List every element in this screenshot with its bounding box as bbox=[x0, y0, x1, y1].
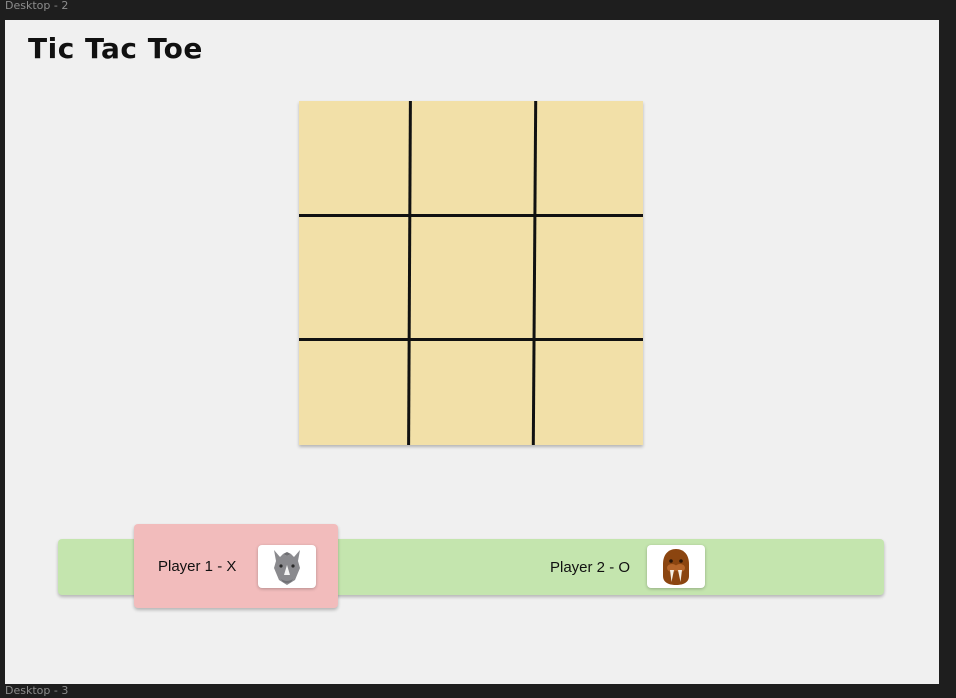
player-2-label: Player 2 - O bbox=[550, 558, 631, 576]
player-1-card[interactable]: Player 1 - X bbox=[134, 524, 338, 608]
player-2-card[interactable]: Player 2 - O bbox=[550, 545, 710, 589]
board-cell-7[interactable] bbox=[299, 340, 409, 445]
page-title: Tic Tac Toe bbox=[28, 32, 203, 65]
board-cell-1[interactable] bbox=[299, 101, 409, 215]
board-cell-9[interactable] bbox=[534, 340, 643, 445]
board-cell-6[interactable] bbox=[534, 216, 643, 339]
board-cell-4[interactable] bbox=[299, 216, 409, 339]
board-cell-8[interactable] bbox=[410, 340, 533, 445]
frame-label-bottom: Desktop - 3 bbox=[5, 684, 69, 697]
board-cell-5[interactable] bbox=[410, 216, 533, 339]
player-1-avatar bbox=[258, 545, 316, 588]
game-board bbox=[299, 101, 643, 445]
player-1-label: Player 1 - X bbox=[158, 557, 237, 575]
desktop-canvas: Tic Tac Toe Player 1 - X Player 2 - O bbox=[5, 20, 939, 684]
walrus-icon bbox=[663, 548, 689, 585]
board-cell-3[interactable] bbox=[534, 101, 643, 215]
frame-label-top: Desktop - 2 bbox=[5, 0, 69, 12]
rhino-icon bbox=[274, 549, 300, 585]
board-cell-2[interactable] bbox=[410, 101, 533, 215]
player-2-avatar bbox=[647, 545, 705, 588]
